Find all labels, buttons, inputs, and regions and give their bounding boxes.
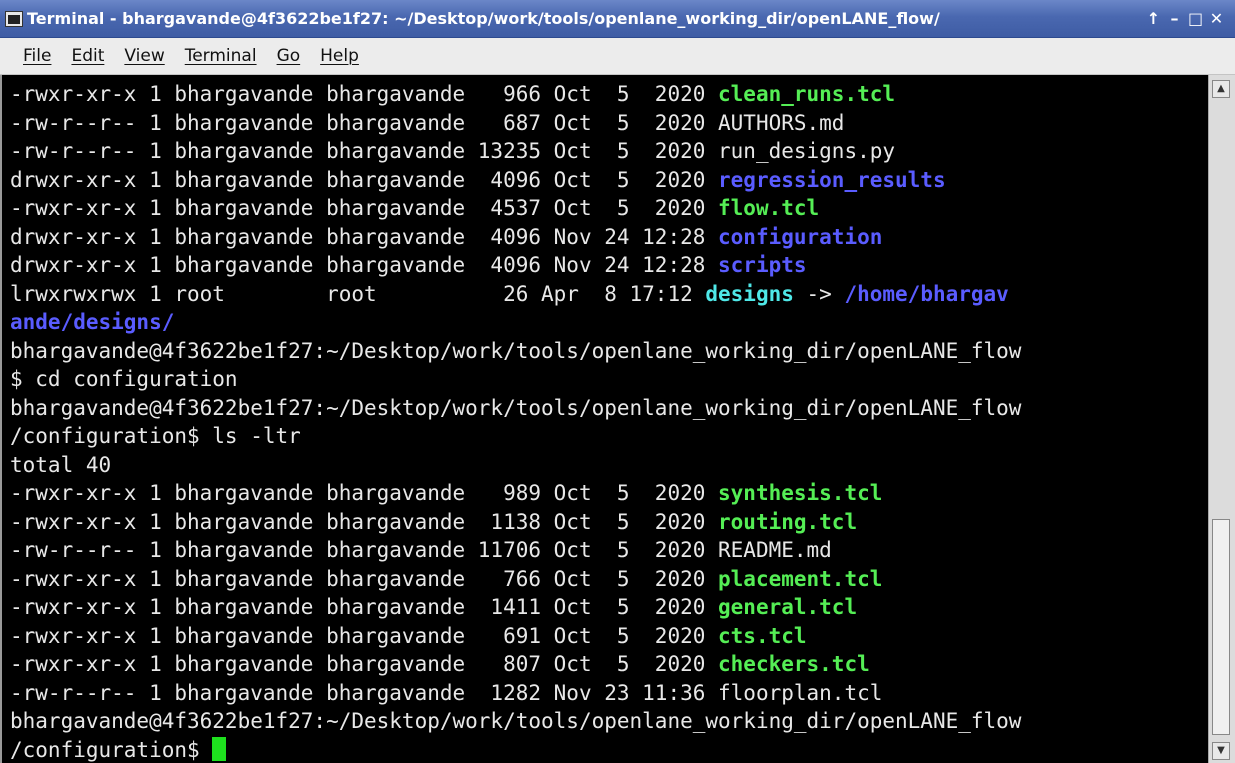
line-text: -rw-r--r-- 1 bhargavande bhargavande 687… (10, 110, 719, 135)
scroll-down-arrow-icon[interactable]: ▼ (1212, 742, 1230, 760)
file-name: clean_runs.tcl (718, 82, 896, 106)
terminal-line: ande/designs/ (10, 308, 174, 337)
menu-help[interactable]: Help (310, 46, 369, 66)
file-name: AUTHORS.md (718, 110, 845, 135)
symlink-target: /home/bhargav (844, 281, 1009, 306)
terminal-line: -rwxr-xr-x 1 bhargavande bhargavande 113… (10, 508, 857, 537)
file-name: flow.tcl (718, 196, 820, 220)
menu-file[interactable]: File (0, 46, 61, 66)
line-text: bhargavande@4f3622be1f27:~/Desktop/work/… (10, 709, 1022, 733)
terminal-line: /configuration$ (10, 736, 227, 763)
file-name: ande/designs/ (10, 310, 175, 334)
file-name: general.tcl (718, 595, 858, 619)
terminal-window: Terminal - bhargavande@4f3622be1f27: ~/D… (0, 0, 1235, 763)
menu-terminal[interactable]: Terminal (175, 46, 267, 66)
terminal-line: bhargavande@4f3622be1f27:~/Desktop/work/… (10, 394, 1021, 423)
terminal-line: -rwxr-xr-x 1 bhargavande bhargavande 141… (10, 593, 857, 622)
vertical-scrollbar[interactable]: ▲ ▼ (1208, 75, 1235, 763)
line-text: -rwxr-xr-x 1 bhargavande bhargavande 966… (10, 82, 719, 106)
file-name: regression_results (718, 167, 946, 192)
line-text: bhargavande@4f3622be1f27:~/Desktop/work/… (10, 395, 1022, 420)
terminal-line: total 40 (10, 451, 111, 480)
terminal-line: bhargavande@4f3622be1f27:~/Desktop/work/… (10, 707, 1021, 736)
terminal-line: drwxr-xr-x 1 bhargavande bhargavande 409… (10, 166, 946, 195)
line-text: -rwxr-xr-x 1 bhargavande bhargavande 113… (10, 509, 719, 534)
terminal-line: -rw-r--r-- 1 bhargavande bhargavande 687… (10, 109, 844, 138)
line-text: lrwxrwxrwx 1 root root 26 Apr 8 17:12 (10, 281, 706, 306)
terminal-line: lrwxrwxrwx 1 root root 26 Apr 8 17:12 de… (10, 280, 1009, 309)
line-text: $ cd configuration (10, 367, 238, 391)
terminal-app-icon[interactable] (5, 10, 23, 27)
terminal-line: -rwxr-xr-x 1 bhargavande bhargavande 453… (10, 194, 819, 223)
scrollbar-thumb[interactable] (1212, 519, 1230, 735)
file-name: checkers.tcl (718, 652, 870, 676)
line-text: /configuration$ (10, 737, 213, 762)
maximize-icon[interactable]: □ (1185, 9, 1206, 28)
file-name: floorplan.tcl (718, 680, 883, 705)
line-text: -rw-r--r-- 1 bhargavande bhargavande 117… (10, 538, 719, 562)
file-name: designs (705, 281, 794, 306)
menu-bar: File Edit View Terminal Go Help (0, 38, 1235, 75)
file-name: configuration (718, 224, 883, 249)
terminal-line: drwxr-xr-x 1 bhargavande bhargavande 409… (10, 223, 882, 252)
terminal-line: bhargavande@4f3622be1f27:~/Desktop/work/… (10, 337, 1021, 366)
line-text: -rwxr-xr-x 1 bhargavande bhargavande 141… (10, 595, 719, 619)
move-up-icon[interactable]: ↑ (1143, 9, 1164, 28)
terminal-line: -rw-r--r-- 1 bhargavande bhargavande 117… (10, 536, 832, 565)
menu-view[interactable]: View (114, 46, 174, 66)
terminal-line: drwxr-xr-x 1 bhargavande bhargavande 409… (10, 251, 807, 280)
terminal-line: $ cd configuration (10, 365, 238, 394)
file-name: placement.tcl (718, 566, 883, 591)
file-name: scripts (718, 253, 807, 277)
text-cursor (212, 736, 227, 761)
file-name: routing.tcl (718, 509, 858, 534)
file-name: run_designs.py (718, 139, 896, 163)
symlink-arrow: -> (793, 281, 845, 306)
line-text: -rwxr-xr-x 1 bhargavande bhargavande 807… (10, 652, 719, 676)
file-name: README.md (718, 538, 832, 562)
file-name: synthesis.tcl (718, 481, 883, 505)
line-text: drwxr-xr-x 1 bhargavande bhargavande 409… (10, 167, 719, 192)
line-text: -rw-r--r-- 1 bhargavande bhargavande 132… (10, 139, 719, 163)
title-bar[interactable]: Terminal - bhargavande@4f3622be1f27: ~/D… (0, 0, 1235, 38)
menu-edit[interactable]: Edit (61, 46, 114, 66)
terminal-line: -rwxr-xr-x 1 bhargavande bhargavande 807… (10, 650, 870, 679)
terminal-line: -rw-r--r-- 1 bhargavande bhargavande 128… (10, 679, 882, 708)
line-text: -rwxr-xr-x 1 bhargavande bhargavande 766… (10, 566, 719, 591)
window-controls: ↑ – □ ✕ (1143, 9, 1227, 28)
scroll-up-arrow-icon[interactable]: ▲ (1212, 80, 1230, 98)
line-text: /configuration$ ls -ltr (10, 424, 301, 448)
window-title: Terminal - bhargavande@4f3622be1f27: ~/D… (27, 9, 940, 28)
line-text: -rwxr-xr-x 1 bhargavande bhargavande 453… (10, 196, 719, 220)
menu-go[interactable]: Go (267, 46, 311, 66)
close-icon[interactable]: ✕ (1206, 9, 1227, 28)
terminal-output[interactable]: -rwxr-xr-x 1 bhargavande bhargavande 966… (0, 75, 1208, 763)
line-text: -rwxr-xr-x 1 bhargavande bhargavande 691… (10, 623, 719, 648)
minimize-icon[interactable]: – (1164, 9, 1185, 28)
terminal-line: -rwxr-xr-x 1 bhargavande bhargavande 766… (10, 565, 882, 594)
terminal-line: -rwxr-xr-x 1 bhargavande bhargavande 989… (10, 479, 882, 508)
line-text: drwxr-xr-x 1 bhargavande bhargavande 409… (10, 253, 719, 277)
terminal-line: /configuration$ ls -ltr (10, 422, 301, 451)
terminal-line: -rwxr-xr-x 1 bhargavande bhargavande 966… (10, 80, 895, 109)
file-name: cts.tcl (718, 623, 807, 648)
line-text: bhargavande@4f3622be1f27:~/Desktop/work/… (10, 338, 1022, 363)
line-text: total 40 (10, 452, 112, 477)
line-text: -rwxr-xr-x 1 bhargavande bhargavande 989… (10, 481, 719, 505)
terminal-line: -rw-r--r-- 1 bhargavande bhargavande 132… (10, 137, 895, 166)
line-text: drwxr-xr-x 1 bhargavande bhargavande 409… (10, 224, 719, 249)
terminal-line: -rwxr-xr-x 1 bhargavande bhargavande 691… (10, 622, 807, 651)
line-text: -rw-r--r-- 1 bhargavande bhargavande 128… (10, 680, 719, 705)
